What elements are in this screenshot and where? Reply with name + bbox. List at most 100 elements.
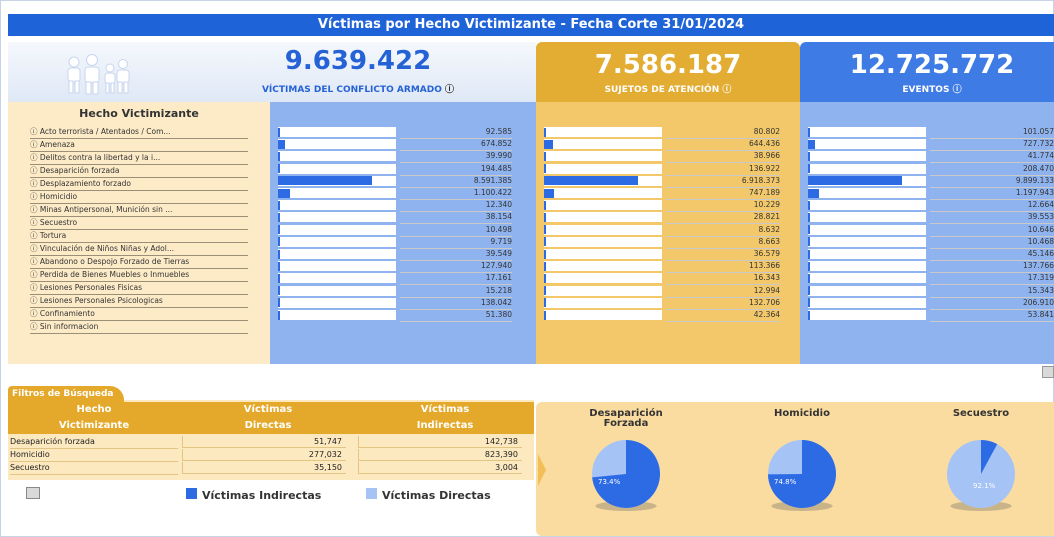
bar[interactable] (278, 200, 280, 210)
bar[interactable] (544, 200, 546, 210)
row-label[interactable]: ⓘ Abandono o Despojo Forzado de Tierras (30, 256, 248, 269)
row-label[interactable]: ⓘ Lesiones Personales Psicologicas (30, 295, 248, 308)
bar-cell (808, 212, 926, 223)
bar[interactable] (808, 164, 810, 174)
info-icon[interactable]: ⓘ (30, 153, 40, 162)
row-label[interactable]: ⓘ Perdida de Bienes Muebles o Inmuebles (30, 269, 248, 282)
row-label[interactable]: ⓘ Desplazamiento forzado (30, 178, 248, 191)
bar[interactable] (808, 188, 820, 198)
bar[interactable] (544, 286, 546, 296)
pie-chart[interactable]: 92.1% (943, 436, 1019, 520)
info-icon[interactable]: ⓘ (30, 127, 40, 136)
bar[interactable] (808, 298, 810, 308)
bar[interactable] (544, 212, 546, 222)
bar[interactable] (544, 139, 553, 149)
info-icon[interactable]: ⓘ (30, 244, 40, 253)
bar[interactable] (808, 237, 810, 247)
info-icon[interactable]: ⓘ (30, 322, 40, 331)
bar[interactable] (544, 237, 546, 247)
pie-chart[interactable]: 73.4% (588, 436, 664, 520)
bar[interactable] (278, 261, 280, 271)
bar[interactable] (278, 310, 280, 320)
info-icon[interactable]: ⓘ (30, 257, 40, 266)
bar[interactable] (808, 212, 810, 222)
bar[interactable] (544, 188, 555, 198)
bar[interactable] (278, 139, 286, 149)
info-icon[interactable]: ⓘ (30, 231, 40, 240)
bar[interactable] (808, 273, 810, 283)
value-cell: 8.663 (666, 236, 780, 249)
info-icon[interactable]: ⓘ (30, 192, 40, 201)
info-icon[interactable]: ⓘ (30, 270, 40, 279)
value-cell: 17.319 (930, 272, 1054, 286)
bar[interactable] (278, 212, 280, 222)
export-icon[interactable] (26, 487, 40, 499)
bar[interactable] (544, 151, 546, 161)
bar[interactable] (808, 261, 810, 271)
row-label[interactable]: ⓘ Vinculación de Niños Niñas y Adol... (30, 243, 248, 256)
bar[interactable] (544, 176, 638, 186)
bar[interactable] (544, 225, 546, 235)
bar[interactable] (544, 127, 546, 137)
bar[interactable] (544, 310, 546, 320)
pie-chart[interactable]: 74.8% (764, 436, 840, 520)
row-label[interactable]: ⓘ Confinamiento (30, 308, 248, 321)
bar[interactable] (808, 310, 810, 320)
info-icon[interactable]: ⓘ (722, 85, 731, 95)
info-icon[interactable]: ⓘ (30, 296, 40, 305)
bar[interactable] (278, 176, 372, 186)
bar-cell (808, 151, 926, 162)
bar[interactable] (808, 139, 815, 149)
bar[interactable] (808, 249, 810, 259)
info-icon[interactable]: ⓘ (953, 85, 962, 95)
bar[interactable] (808, 286, 810, 296)
collapse-arrow-icon[interactable] (536, 452, 548, 488)
bar[interactable] (808, 225, 810, 235)
bar-cell (808, 261, 926, 272)
bar[interactable] (808, 200, 810, 210)
bar[interactable] (278, 273, 280, 283)
info-icon[interactable]: ⓘ (30, 218, 40, 227)
bar[interactable] (278, 151, 280, 161)
row-label[interactable]: ⓘ Lesiones Personales Fisicas (30, 282, 248, 295)
filters-tab[interactable]: Filtros de Búsqueda (8, 386, 124, 402)
row-label-text: Confinamiento (39, 309, 95, 318)
info-icon[interactable]: ⓘ (30, 283, 40, 292)
export-icon[interactable] (1042, 366, 1054, 378)
row-label[interactable]: ⓘ Delitos contra la libertad y la i... (30, 152, 248, 165)
bar[interactable] (278, 127, 280, 137)
value-cell: 15.343 (930, 285, 1054, 298)
row-label[interactable]: ⓘ Amenaza (30, 139, 248, 152)
bar[interactable] (544, 164, 546, 174)
bar[interactable] (278, 225, 280, 235)
bar[interactable] (544, 249, 546, 259)
row-label[interactable]: ⓘ Secuestro (30, 217, 248, 230)
bar[interactable] (278, 298, 280, 308)
row-label[interactable]: ⓘ Tortura (30, 230, 248, 243)
bar[interactable] (808, 127, 810, 137)
bar[interactable] (278, 237, 280, 247)
bar[interactable] (544, 273, 546, 283)
bar[interactable] (544, 261, 546, 271)
row-label[interactable]: ⓘ Desaparición forzada (30, 165, 248, 178)
bar[interactable] (808, 176, 902, 186)
row-label[interactable]: ⓘ Homicidio (30, 191, 248, 204)
info-icon[interactable]: ⓘ (30, 309, 40, 318)
row-label-text: Amenaza (39, 140, 75, 149)
value-cell: 127.940 (400, 260, 512, 274)
bar[interactable] (278, 249, 280, 259)
row-label[interactable]: ⓘ Minas Antipersonal, Munición sin ... (30, 204, 248, 217)
info-icon[interactable]: ⓘ (30, 179, 40, 188)
bar[interactable] (544, 298, 546, 308)
row-label[interactable]: ⓘ Sin informacion (30, 321, 248, 334)
row-label-text: Lesiones Personales Psicologicas (39, 296, 163, 305)
bar[interactable] (278, 188, 291, 198)
info-icon[interactable]: ⓘ (30, 166, 40, 175)
bar[interactable] (808, 151, 810, 161)
info-icon[interactable]: ⓘ (445, 85, 454, 95)
bar[interactable] (278, 164, 281, 174)
row-label[interactable]: ⓘ Acto terrorista / Atentados / Com... (30, 126, 248, 139)
bar[interactable] (278, 286, 280, 296)
info-icon[interactable]: ⓘ (30, 140, 40, 149)
info-icon[interactable]: ⓘ (30, 205, 40, 214)
